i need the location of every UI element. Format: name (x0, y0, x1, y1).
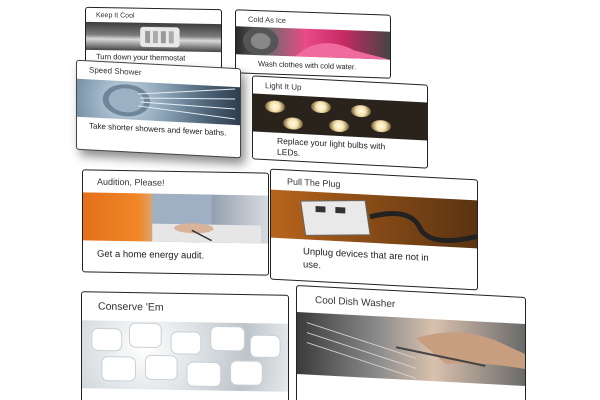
dish-washer-image (297, 312, 525, 386)
plug-icon (300, 200, 477, 244)
energy-audit-image (83, 192, 268, 244)
tip-card-audition-please[interactable]: Audition, Please! Get a home energy audi… (82, 169, 269, 276)
bulb-icon (265, 100, 285, 114)
shower-head-image (77, 78, 240, 126)
ice-cubes-image (82, 320, 288, 392)
plug-image (271, 189, 477, 249)
card-title: Conserve 'Em (98, 300, 164, 314)
tip-card-cold-as-ice[interactable]: Cold As Ice Wash clothes with cold water… (235, 9, 391, 79)
card-text: Unplug devices that are not in use. (303, 246, 429, 272)
bulb-icon (283, 117, 303, 131)
bulb-icon (311, 100, 331, 114)
thermostat-image (86, 21, 221, 53)
tip-card-conserve-em[interactable]: Conserve 'Em (81, 291, 289, 400)
card-text (82, 394, 288, 398)
tips-card-grid: Keep It Cool Turn down your thermostat C… (0, 0, 600, 400)
card-text: Get a home energy audit. (97, 248, 205, 262)
card-text (297, 384, 525, 396)
shower-icon (102, 84, 236, 120)
person-writing-icon (152, 193, 262, 244)
light-bulbs-image (253, 93, 427, 141)
tip-card-speed-shower[interactable]: Speed Shower Take shorter showers and fe… (76, 59, 241, 159)
bulb-icon (329, 119, 349, 133)
tip-card-pull-the-plug[interactable]: Pull The Plug Unplug devices that are no… (270, 168, 478, 291)
bulb-icon (351, 104, 371, 118)
dish-washer-icon (306, 322, 525, 379)
laundry-icon (242, 27, 390, 60)
card-title: Audition, Please! (97, 176, 165, 188)
bulb-icon (371, 119, 391, 133)
thermostat-icon (140, 26, 180, 48)
card-text: Wash clothes with cold water. (258, 59, 357, 72)
tip-card-light-it-up[interactable]: Light It Up Replace your light bulbs wit… (252, 75, 428, 169)
tip-card-cool-dish-washer[interactable]: Cool Dish Washer (296, 284, 526, 400)
ice-cubes-icon (91, 322, 281, 388)
laundry-image (236, 26, 390, 60)
